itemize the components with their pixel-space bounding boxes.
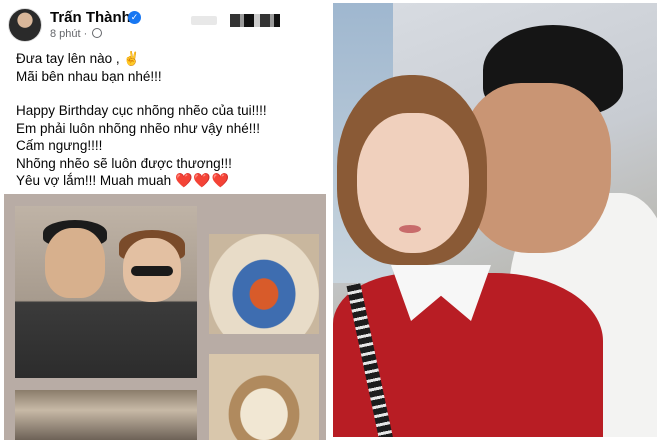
globe-icon — [92, 28, 103, 38]
sunglasses — [131, 266, 173, 276]
man-face — [45, 228, 105, 298]
post-meta: 8 phút · — [50, 28, 103, 40]
facebook-post: Trấn Thành ✓ 8 phút · Đưa tay lên nào , … — [0, 0, 330, 440]
selfie-photo — [333, 3, 657, 437]
post-line: Happy Birthday cục nhõng nhẽo của tui!!!… — [16, 103, 267, 118]
post-text: Đưa tay lên nào , ✌️ Mãi bên nhau bạn nh… — [16, 50, 328, 190]
couple-photo[interactable] — [15, 206, 197, 378]
post-timestamp[interactable]: 8 phút — [50, 28, 81, 40]
author-name[interactable]: Trấn Thành — [50, 9, 131, 26]
post-photo-grid — [4, 194, 326, 440]
post-header: Trấn Thành ✓ 8 phút · — [8, 6, 326, 46]
sushi-photo[interactable] — [209, 354, 319, 440]
post-line-text: Yêu vợ lắm!!! Muah muah — [16, 173, 172, 188]
post-line: Em phải luôn nhõng nhẽo như vậy nhé!!! — [16, 120, 260, 136]
post-line: Nhõng nhẽo sẽ luôn được thương!!! — [16, 155, 232, 171]
dish-photo[interactable] — [209, 234, 319, 334]
woman-lips — [399, 225, 421, 233]
verified-badge-icon: ✓ — [128, 11, 141, 24]
redacted-text — [191, 16, 217, 25]
heart-emoji-icon: ❤️❤️❤️ — [174, 172, 231, 188]
post-line: Cấm ngưng!!!! — [16, 138, 103, 153]
post-line: Đưa tay lên nào , ✌️ — [16, 51, 141, 66]
post-line-blank — [16, 85, 328, 102]
meta-separator: · — [83, 28, 88, 40]
post-line: Mãi bên nhau bạn nhé!!! — [16, 68, 162, 84]
author-avatar[interactable] — [8, 8, 42, 42]
pixelated-redaction — [230, 14, 280, 27]
restaurant-table-photo[interactable] — [15, 390, 197, 440]
post-line-last: Yêu vợ lắm!!! Muah muah ❤️❤️❤️ — [16, 172, 328, 190]
